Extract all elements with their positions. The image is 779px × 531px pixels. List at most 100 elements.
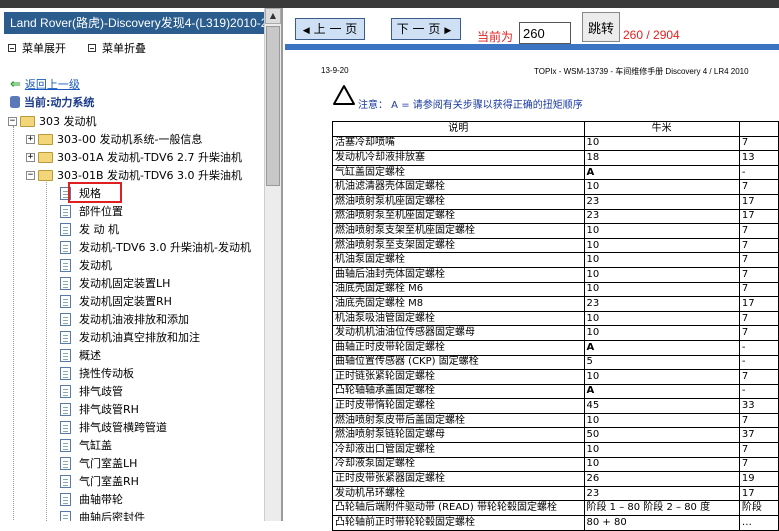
description-cell: 凸轮轴后端附件驱动带 (READ) 带轮轮毂固定螺栓 <box>332 500 585 517</box>
table-row: 燃油喷射泵至机座固定螺栓 23 17 <box>332 208 779 225</box>
nm-value-cell: 10 <box>583 412 740 429</box>
expand-toggle-icon[interactable]: + <box>26 152 35 162</box>
table-row: 燃油喷射泵至支架固定螺栓 10 7 <box>332 237 779 254</box>
tree-item[interactable]: 气缸盖 <box>60 436 112 454</box>
nm-value-cell: 10 <box>583 135 740 152</box>
description-cell: 燃油喷射泵支架至机座固定螺栓 <box>332 223 585 239</box>
column-header: 牛米 <box>583 121 740 137</box>
tree-line <box>46 180 47 521</box>
description-cell: 气缸盖固定螺栓 <box>332 164 585 181</box>
tree-item-label: 气门室盖RH <box>79 475 139 488</box>
lbft-value-cell: 17 <box>738 296 779 312</box>
tree-item-label: 发动机油真空排放和加注 <box>79 331 200 344</box>
document-icon <box>60 348 71 362</box>
document-icon <box>60 420 71 434</box>
tree-item[interactable]: 挠性传动板 <box>60 364 134 382</box>
table-row: 发动机吊环螺栓 23 17 <box>332 485 779 502</box>
tree-node-folder[interactable]: + 303-01A 发动机-TDV6 2.7 升柴油机 <box>26 148 242 166</box>
table-row: 活塞冷却喷嘴 10 7 <box>332 135 779 152</box>
nm-value-cell: 10 <box>583 325 740 341</box>
description-cell: 凸轮轴轴承盖固定螺栓 <box>332 383 585 400</box>
top-strip <box>0 0 779 8</box>
expand-menu-button[interactable]: 菜单展开 <box>8 40 66 56</box>
tree-item[interactable]: 排气歧管横跨管道 <box>60 418 167 436</box>
lbft-value-cell: 33 <box>738 398 779 414</box>
tree-node-label: 303 发动机 <box>39 115 97 128</box>
back-link[interactable]: ⇐ 返回上一级 <box>10 76 80 92</box>
page-toolbar: ◀上 一 页 下 一 页▶ 当前为 跳转 260 / 2904 <box>285 8 779 48</box>
tree-item[interactable]: 发动机固定装置LH <box>60 274 170 292</box>
nm-value-cell: 5 <box>583 354 740 371</box>
document-icon <box>60 366 71 380</box>
tree-item[interactable]: 曲轴带轮 <box>60 490 123 508</box>
next-page-button[interactable]: 下 一 页 ▶ <box>391 18 461 40</box>
description-cell: 正时皮带张紧器固定螺栓 <box>332 471 585 487</box>
tree-item[interactable]: 发动机 <box>60 256 112 274</box>
tree-item[interactable]: 发动机油真空排放和加注 <box>60 328 200 346</box>
folder-icon <box>38 151 53 163</box>
expand-toggle-icon[interactable]: + <box>26 134 35 144</box>
document-icon <box>60 492 71 506</box>
tree-item[interactable]: 发动机固定装置RH <box>60 292 172 310</box>
jump-button[interactable]: 跳转 <box>582 12 620 42</box>
tree-node-folder[interactable]: + 303-00 发动机系统-一般信息 <box>26 130 202 148</box>
lbft-value-cell: 7 <box>738 281 779 298</box>
document-icon <box>60 240 71 254</box>
lbft-value-cell: 阶段 <box>738 500 779 517</box>
tree-item[interactable]: 发 动 机 <box>60 220 119 238</box>
scrollbar-thumb[interactable] <box>266 26 280 186</box>
table-row: 曲轴后油封壳体固定螺栓 10 7 <box>332 266 779 283</box>
previous-page-button[interactable]: ◀ 上 一 页 <box>295 18 365 40</box>
expand-menu-label: 菜单展开 <box>22 42 66 55</box>
column-header: 说明 <box>332 121 585 137</box>
document-icon <box>60 456 71 470</box>
tree-item[interactable]: 排气歧管 <box>60 382 123 400</box>
tree-item-label: 概述 <box>79 349 101 362</box>
tree-scrollbar[interactable]: ▲ <box>264 8 281 521</box>
nm-value-cell: 10 <box>583 456 740 473</box>
collapse-menu-button[interactable]: 菜单折叠 <box>88 40 146 56</box>
tree-node-root[interactable]: − 303 发动机 <box>8 112 97 130</box>
nm-value-cell: 50 <box>583 427 740 444</box>
lbft-value-cell: 7 <box>738 223 779 239</box>
nm-value-cell: 10 <box>583 223 740 239</box>
tree-item-label: 发动机油液排放和添加 <box>79 313 189 326</box>
triangle-right-icon: ▶ <box>444 26 452 36</box>
nm-value-cell: 10 <box>583 310 740 327</box>
tree-node-folder-open[interactable]: − 303-01B 发动机-TDV6 3.0 升柴油机 <box>26 166 242 184</box>
lbft-value-cell: 17 <box>738 208 779 225</box>
lbft-value-cell: - <box>738 354 779 371</box>
description-cell: 油底壳固定螺栓 M6 <box>332 281 585 298</box>
document-icon <box>60 402 71 416</box>
description-cell: 燃油喷射泵链轮固定螺母 <box>332 427 585 444</box>
collapse-toggle-icon[interactable]: − <box>26 170 35 180</box>
document-icon <box>60 510 71 521</box>
table-row: 机油泵固定螺栓 10 7 <box>332 252 779 268</box>
table-header-row: 说明 牛米 <box>332 121 779 137</box>
tree-item[interactable]: 概述 <box>60 346 101 364</box>
scroll-up-icon[interactable]: ▲ <box>265 8 281 24</box>
folder-open-icon <box>20 115 35 127</box>
collapse-toggle-icon[interactable]: − <box>8 116 17 126</box>
tree-item[interactable]: 排气歧管RH <box>60 400 139 418</box>
lbft-value-cell: 7 <box>738 369 779 385</box>
tree-item-label: 曲轴带轮 <box>79 493 123 506</box>
tree-line <box>13 126 14 521</box>
tree-item[interactable]: 发动机油液排放和添加 <box>60 310 189 328</box>
tree-item[interactable]: 气门室盖RH <box>60 472 139 490</box>
description-cell: 曲轴正时皮带轮固定螺栓 <box>332 339 585 356</box>
description-cell: 凸轮轴前正时带轮轮毂固定螺栓 <box>332 515 585 531</box>
tree-item[interactable]: 曲轴后密封件 <box>60 508 145 521</box>
tree-item[interactable]: 气门室盖LH <box>60 454 137 472</box>
column-header <box>738 121 779 137</box>
lbft-value-cell: 19 <box>738 471 779 487</box>
document-icon <box>60 330 71 344</box>
tree-item[interactable]: 发动机-TDV6 3.0 升柴油机-发动机 <box>60 238 251 256</box>
lbft-value-cell: 7 <box>738 325 779 341</box>
tree-item-label: 发动机固定装置LH <box>79 277 171 290</box>
tree-item-label: 发动机-TDV6 3.0 升柴油机-发动机 <box>79 241 251 254</box>
tree-item[interactable]: 部件位置 <box>60 202 123 220</box>
tree-item-label: 部件位置 <box>79 205 123 218</box>
page-number-input[interactable] <box>519 22 571 44</box>
manual-header: TOPIx - WSM-13739 - 车间维修手册 Discovery 4 /… <box>534 67 749 76</box>
